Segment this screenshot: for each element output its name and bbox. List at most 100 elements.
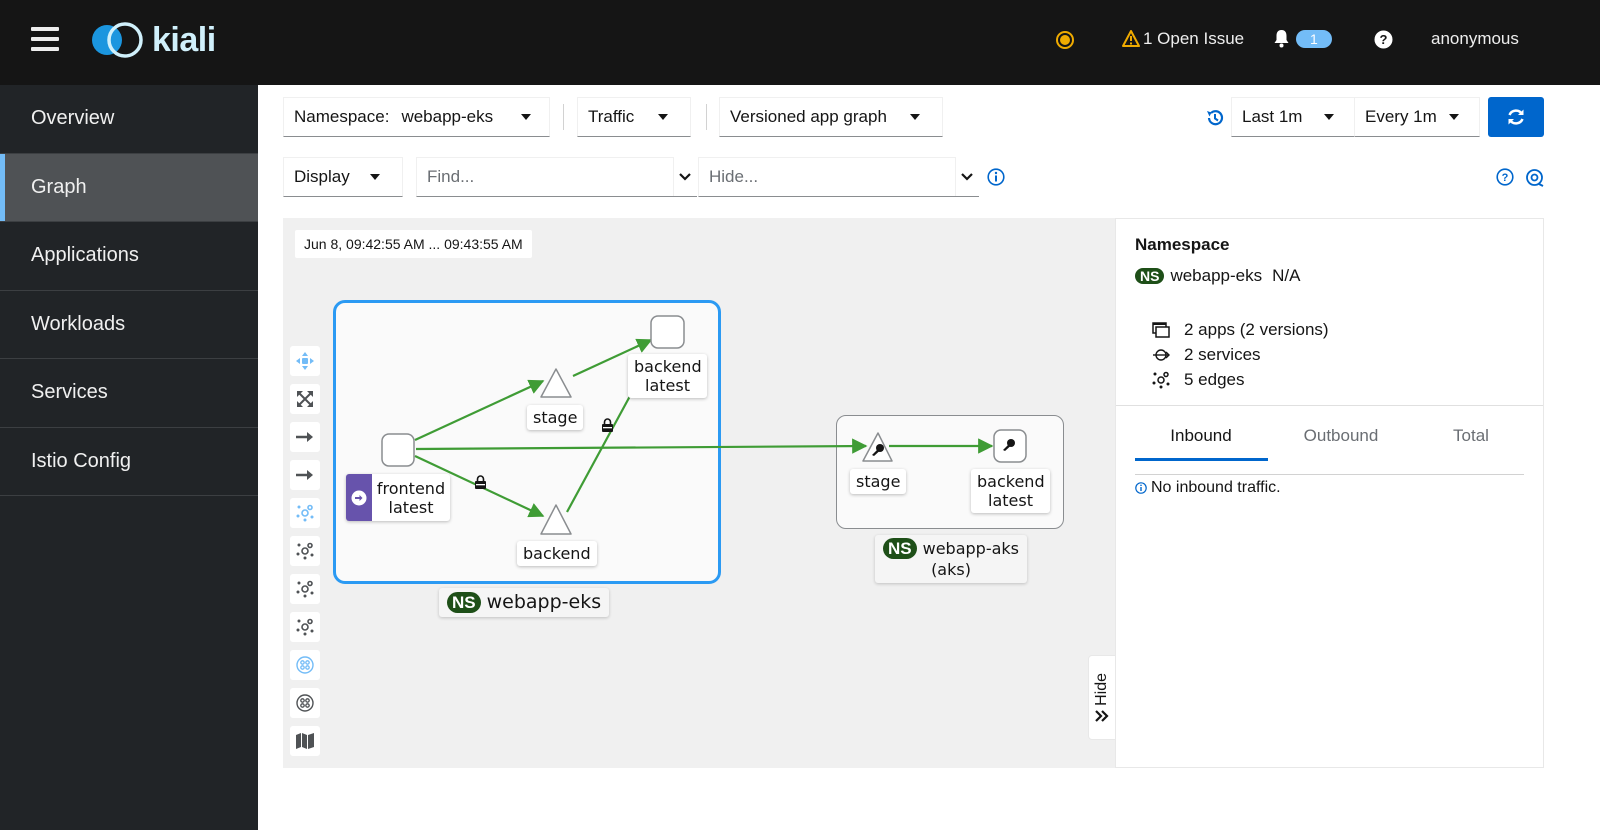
status-indicator[interactable] — [1055, 30, 1075, 50]
duration-dropdown[interactable]: Last 1m — [1231, 97, 1355, 137]
sidebar-item-label: Istio Config — [31, 449, 132, 472]
cluster-name: (aks) — [931, 560, 971, 579]
namespace-name: webapp-eks — [486, 591, 602, 613]
tab-label: Outbound — [1303, 426, 1379, 445]
hamburger-menu-button[interactable] — [31, 27, 59, 51]
display-dropdown[interactable]: Display — [283, 157, 403, 197]
graph-help-button[interactable]: ? — [1496, 168, 1514, 191]
tabs-divider — [1135, 474, 1524, 475]
traffic-label: Traffic — [588, 107, 635, 126]
node-frontend-latest — [381, 433, 415, 467]
username: anonymous — [1431, 29, 1519, 48]
find-help-button[interactable] — [987, 168, 1005, 191]
stat-text: 2 services — [1184, 345, 1261, 364]
message-text: No inbound traffic. — [1151, 479, 1281, 496]
tab-total[interactable]: Total — [1406, 426, 1536, 446]
hide-options-button[interactable] — [955, 157, 979, 197]
traffic-message: No inbound traffic. — [1135, 479, 1281, 497]
help-button[interactable]: ? — [1374, 30, 1393, 49]
namespace-status: N/A — [1272, 266, 1301, 285]
node-label-backend-latest[interactable]: backend latest — [628, 354, 707, 398]
kiali-logo[interactable]: kiali — [90, 20, 216, 60]
graph-tour-button[interactable] — [1525, 168, 1544, 192]
sidebar-item-graph[interactable]: Graph — [0, 153, 258, 222]
node-label-line2: latest — [388, 497, 434, 517]
namespace-link[interactable]: webapp-eks — [1170, 266, 1262, 286]
notifications-button[interactable]: 1 — [1273, 29, 1332, 48]
node-backend-latest — [650, 315, 685, 349]
tab-inbound[interactable]: Inbound — [1136, 426, 1266, 446]
tour-icon — [1526, 169, 1544, 187]
namespace-label-webapp-eks[interactable]: NS webapp-eks — [439, 588, 610, 617]
user-menu[interactable]: anonymous — [1431, 29, 1519, 49]
graph-type-dropdown[interactable]: Versioned app graph — [719, 97, 943, 137]
hide-panel-button[interactable]: Hide — [1088, 655, 1116, 740]
bell-icon — [1274, 30, 1289, 48]
caret-down-icon — [1324, 114, 1334, 120]
find-input-wrapper — [416, 157, 674, 197]
node-label-backend[interactable]: backend — [517, 541, 597, 566]
node-label-line2: latest — [645, 376, 690, 395]
traffic-dropdown[interactable]: Traffic — [577, 97, 691, 137]
node-label-line1: backend — [523, 544, 591, 563]
refresh-button[interactable] — [1488, 97, 1544, 137]
help-icon: ? — [1374, 30, 1393, 49]
services-icon — [1153, 348, 1170, 361]
sidebar-item-label: Graph — [31, 175, 87, 198]
active-tab-indicator — [1135, 458, 1268, 461]
status-circle-icon — [1056, 31, 1074, 49]
namespace-dropdown[interactable]: Namespace: webapp-eks — [283, 97, 550, 137]
ns-badge: NS — [883, 538, 917, 559]
find-input[interactable] — [427, 167, 673, 187]
sidebar-nav: Overview Graph Applications Workloads Se… — [0, 85, 258, 830]
node-label-line2: latest — [988, 491, 1033, 510]
graph-type-label: Versioned app graph — [730, 107, 887, 126]
kiali-logo-icon — [92, 22, 143, 58]
chevron-down-icon — [679, 172, 691, 181]
ns-badge: NS — [1135, 268, 1165, 284]
tab-label: Inbound — [1170, 426, 1232, 445]
ns-badge: NS — [447, 592, 481, 613]
namespace-label-webapp-aks[interactable]: NS webapp-aks (aks) — [875, 535, 1028, 583]
chevron-down-icon — [961, 172, 973, 181]
node-backend-service — [540, 504, 572, 535]
hide-input[interactable] — [709, 167, 955, 187]
sidebar-item-workloads[interactable]: Workloads — [0, 291, 258, 359]
caret-down-icon — [370, 174, 380, 180]
svg-text:?: ? — [1502, 172, 1509, 184]
node-label-frontend[interactable]: frontend latest — [346, 474, 450, 521]
separator — [706, 104, 707, 130]
node-label-stage-aks[interactable]: stage — [850, 469, 907, 494]
node-stage-service — [540, 368, 572, 398]
warning-icon — [1122, 30, 1140, 47]
node-label-backend-latest-aks[interactable]: backend latest — [971, 469, 1050, 513]
refresh-interval-label: Every 1m — [1365, 107, 1437, 126]
masthead: kiali 1 Open Issue 1 ? anonymous — [0, 0, 1600, 85]
tab-outbound[interactable]: Outbound — [1276, 426, 1406, 446]
stat-apps: 2 apps (2 versions) — [1152, 317, 1329, 342]
caret-down-icon — [1449, 114, 1459, 120]
sidebar-item-istio-config[interactable]: Istio Config — [0, 428, 258, 496]
caret-down-icon — [521, 114, 531, 120]
main-content: Namespace: webapp-eks Traffic Versioned … — [258, 85, 1600, 830]
sidebar-item-services[interactable]: Services — [0, 359, 258, 428]
separator — [563, 104, 564, 130]
open-issues-link[interactable]: 1 Open Issue — [1122, 29, 1244, 49]
find-options-button[interactable] — [673, 157, 697, 197]
double-angle-icon — [1095, 710, 1109, 722]
node-label-stage[interactable]: stage — [527, 405, 584, 430]
node-label-line1: frontend — [376, 478, 446, 498]
logo-text: kiali — [152, 20, 216, 59]
caret-down-icon — [658, 114, 668, 120]
panel-title: Namespace — [1135, 235, 1230, 254]
sidebar-item-overview[interactable]: Overview — [0, 85, 258, 154]
graph-canvas[interactable]: Jun 8, 09:42:55 AM ... 09:43:55 AM front… — [283, 218, 1116, 768]
stat-services: 2 services — [1152, 342, 1329, 367]
help-circle-icon: ? — [1496, 168, 1514, 186]
refresh-interval-dropdown[interactable]: Every 1m — [1354, 97, 1480, 137]
panel-namespace: NS webapp-eks N/A — [1135, 266, 1300, 286]
replay-button[interactable] — [1205, 108, 1225, 133]
sidebar-item-applications[interactable]: Applications — [0, 222, 258, 291]
namespace-label: Namespace: — [294, 107, 390, 126]
stat-text: 2 apps (2 versions) — [1184, 320, 1329, 339]
